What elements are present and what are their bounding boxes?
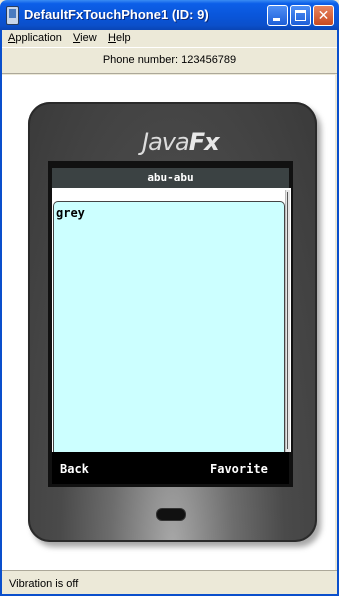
minimize-icon	[273, 18, 280, 21]
translation-text: grey	[56, 206, 85, 220]
back-softkey[interactable]: Back	[60, 462, 89, 476]
favorite-softkey[interactable]: Favorite	[210, 462, 268, 476]
phone-app-icon	[6, 6, 19, 25]
menu-view[interactable]: View	[73, 32, 97, 44]
statusbar: Vibration is off	[0, 570, 339, 596]
screen-header: abu-abu	[52, 168, 289, 188]
window-frame-left	[0, 30, 2, 596]
minimize-button[interactable]	[267, 5, 288, 26]
home-button[interactable]	[156, 508, 186, 521]
window-title: DefaultFxTouchPhone1 (ID: 9)	[24, 7, 209, 22]
vibration-status: Vibration is off	[9, 578, 79, 590]
close-icon: ✕	[317, 7, 330, 23]
phone-number-label: Phone number: 123456789	[102, 54, 237, 66]
menu-help[interactable]: Help	[108, 32, 131, 44]
maximize-button[interactable]	[290, 5, 311, 26]
translation-text-area[interactable]	[53, 201, 285, 452]
maximize-icon	[295, 10, 306, 21]
separator	[0, 73, 339, 74]
window-titlebar[interactable]: DefaultFxTouchPhone1 (ID: 9) ✕	[0, 0, 339, 30]
menu-application[interactable]: Application	[8, 32, 62, 44]
menubar: Application View Help	[0, 30, 339, 48]
close-button[interactable]: ✕	[313, 5, 334, 26]
scrollbar-thumb[interactable]	[287, 192, 288, 449]
javafx-logo: JavaFx	[142, 128, 220, 156]
